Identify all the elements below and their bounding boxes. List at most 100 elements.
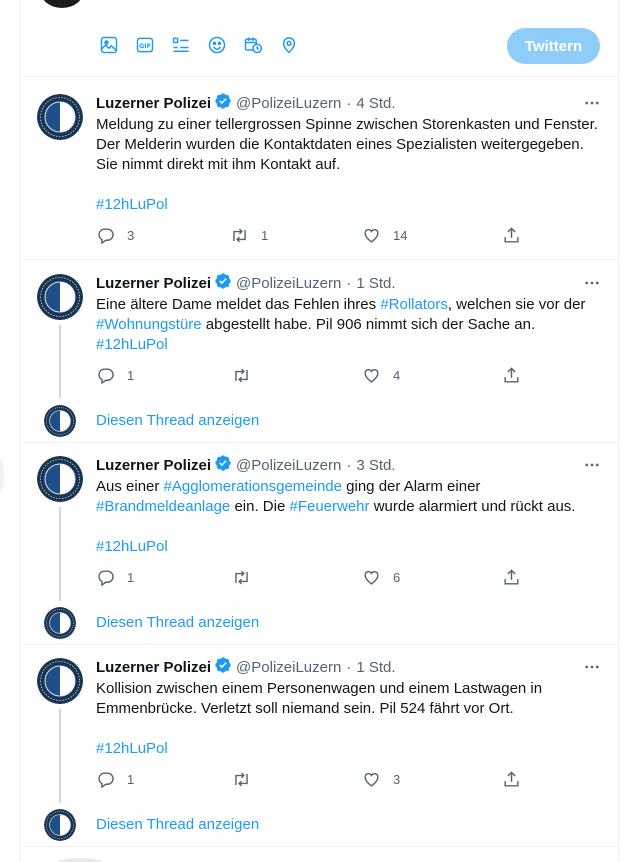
tweet[interactable]: Luzerner Polizei @PolizeiLuzern · 1 Std.…	[20, 261, 618, 443]
tweet-text-span: Eine ältere Dame meldet das Fehlen ihres	[96, 296, 381, 313]
tweet-text-line: #12hLuPol	[96, 537, 606, 557]
author-handle[interactable]: @PolizeiLuzern	[236, 95, 341, 112]
tweet-text-line: Aus einer #Agglomerationsgemeinde ging d…	[96, 477, 606, 497]
retweet-icon	[232, 568, 251, 587]
hashtag-link[interactable]: #Brandmeldeanlage	[96, 498, 230, 515]
reply-button[interactable]: 3	[96, 226, 134, 245]
hashtag-link[interactable]: #Rollators	[380, 296, 448, 313]
poll-icon[interactable]	[170, 34, 192, 56]
author-name[interactable]: Luzerner Polizei	[96, 275, 211, 292]
more-icon[interactable]	[582, 273, 602, 293]
show-thread-link[interactable]: Diesen Thread anzeigen	[96, 614, 259, 631]
author-name[interactable]: Luzerner Polizei	[96, 659, 211, 676]
author-name[interactable]: Luzerner Polizei	[96, 95, 211, 112]
tweet-actions: 3 1 14	[96, 226, 526, 248]
tweet[interactable]: Luzerner Polizei @PolizeiLuzern · 1 Std.…	[20, 645, 618, 847]
retweet-button[interactable]: 1	[230, 226, 268, 245]
separator-dot: ·	[346, 456, 352, 474]
avatar[interactable]	[40, 0, 84, 8]
tweet-text: Kollision zwischen einem Personenwagen u…	[96, 679, 606, 759]
share-button[interactable]	[502, 226, 521, 245]
tweet-actions: 1 6	[96, 568, 526, 590]
tweet-text-line: Sie nimmt direkt mit ihm Kontakt auf.	[96, 155, 606, 175]
timestamp[interactable]: 1 Std.	[356, 275, 395, 292]
avatar[interactable]	[44, 405, 76, 437]
schedule-icon[interactable]	[242, 34, 264, 56]
hashtag-link[interactable]: #12hLuPol	[96, 196, 168, 213]
more-icon[interactable]	[582, 657, 602, 677]
reply-button[interactable]: 1	[96, 770, 134, 789]
tweet-text-line: Eine ältere Dame meldet das Fehlen ihres…	[96, 295, 606, 315]
author-name[interactable]: Luzerner Polizei	[96, 457, 211, 474]
reply-count: 1	[127, 772, 135, 787]
tweet[interactable]: Luzerner Polizei @PolizeiLuzern · 4 Std.…	[20, 77, 618, 260]
tweet-text-line	[96, 719, 606, 739]
avatar[interactable]	[37, 94, 83, 140]
tweet-composer: GIF Twittern	[20, 0, 618, 77]
tweet-actions: 1 4	[96, 366, 526, 388]
avatar[interactable]	[44, 809, 76, 841]
like-button[interactable]: 3	[362, 770, 400, 789]
retweet-button[interactable]	[232, 568, 263, 587]
show-thread-link[interactable]: Diesen Thread anzeigen	[96, 816, 259, 833]
reply-icon	[96, 366, 115, 385]
retweet-button[interactable]	[232, 366, 263, 385]
avatar[interactable]	[37, 658, 83, 704]
heart-icon	[362, 770, 381, 789]
like-button[interactable]: 14	[362, 226, 407, 245]
share-button[interactable]	[502, 366, 521, 385]
author-handle[interactable]: @PolizeiLuzern	[236, 659, 341, 676]
tweet-text-line: Meldung zu einer tellergrossen Spinne zw…	[96, 115, 606, 135]
author-handle[interactable]: @PolizeiLuzern	[236, 457, 341, 474]
hashtag-link[interactable]: #Feuerwehr	[289, 498, 369, 515]
reply-button[interactable]: 1	[96, 366, 134, 385]
retweet-icon	[230, 226, 249, 245]
timestamp[interactable]: 1 Std.	[356, 659, 395, 676]
heart-icon	[362, 366, 381, 385]
tweet[interactable]: Luzerner Polizei @PolizeiLuzern · 3 Std.…	[20, 443, 618, 645]
like-button[interactable]: 6	[362, 568, 400, 587]
hashtag-link[interactable]: #12hLuPol	[96, 740, 168, 757]
tweet-text-span: , welchen sie vor der	[447, 296, 586, 313]
tweet-button[interactable]: Twittern	[507, 28, 600, 64]
edge-shadow	[0, 458, 4, 492]
more-icon[interactable]	[582, 93, 602, 113]
hashtag-link[interactable]: #Agglomerationsgemeinde	[164, 478, 342, 495]
show-thread-link[interactable]: Diesen Thread anzeigen	[96, 412, 259, 429]
hashtag-link[interactable]: #12hLuPol	[96, 336, 168, 353]
like-count: 6	[393, 570, 401, 585]
tweet-text-span: ein. Die	[230, 498, 290, 515]
timestamp[interactable]: 4 Std.	[356, 95, 395, 112]
reply-button[interactable]: 1	[96, 568, 134, 587]
share-icon	[502, 226, 521, 245]
like-count: 14	[393, 228, 408, 243]
timestamp[interactable]: 3 Std.	[356, 457, 395, 474]
tweet-text-span: Der Melderin wurden die Kontaktdaten ein…	[96, 136, 584, 153]
tweet-text-span: Emmenbrücke. Verletzt soll niemand sein.…	[96, 700, 514, 717]
avatar[interactable]	[37, 456, 83, 502]
heart-icon	[362, 568, 381, 587]
avatar[interactable]	[44, 607, 76, 639]
tweet-text-line: #Wohnungstüre abgestellt habe. Pil 906 n…	[96, 315, 606, 335]
image-icon[interactable]	[98, 34, 120, 56]
share-icon	[502, 366, 521, 385]
like-button[interactable]: 4	[362, 366, 400, 385]
avatar[interactable]	[57, 858, 103, 862]
avatar[interactable]	[37, 274, 83, 320]
more-icon[interactable]	[582, 455, 602, 475]
tweet-text: Aus einer #Agglomerationsgemeinde ging d…	[96, 477, 606, 557]
author-handle[interactable]: @PolizeiLuzern	[236, 275, 341, 292]
hashtag-link[interactable]: #12hLuPol	[96, 538, 168, 555]
share-button[interactable]	[502, 568, 521, 587]
emoji-icon[interactable]	[206, 34, 228, 56]
gif-icon[interactable]: GIF	[134, 34, 156, 56]
tweet-text: Meldung zu einer tellergrossen Spinne zw…	[96, 115, 606, 215]
share-button[interactable]	[502, 770, 521, 789]
location-icon[interactable]	[278, 34, 300, 56]
like-count: 4	[393, 368, 401, 383]
reply-count: 1	[127, 570, 135, 585]
timeline-column: GIF Twittern Luzerner Polizei @PolizeiLu…	[19, 0, 619, 862]
tweet-text-line: Emmenbrücke. Verletzt soll niemand sein.…	[96, 699, 606, 719]
retweet-button[interactable]	[232, 770, 263, 789]
hashtag-link[interactable]: #Wohnungstüre	[96, 316, 202, 333]
